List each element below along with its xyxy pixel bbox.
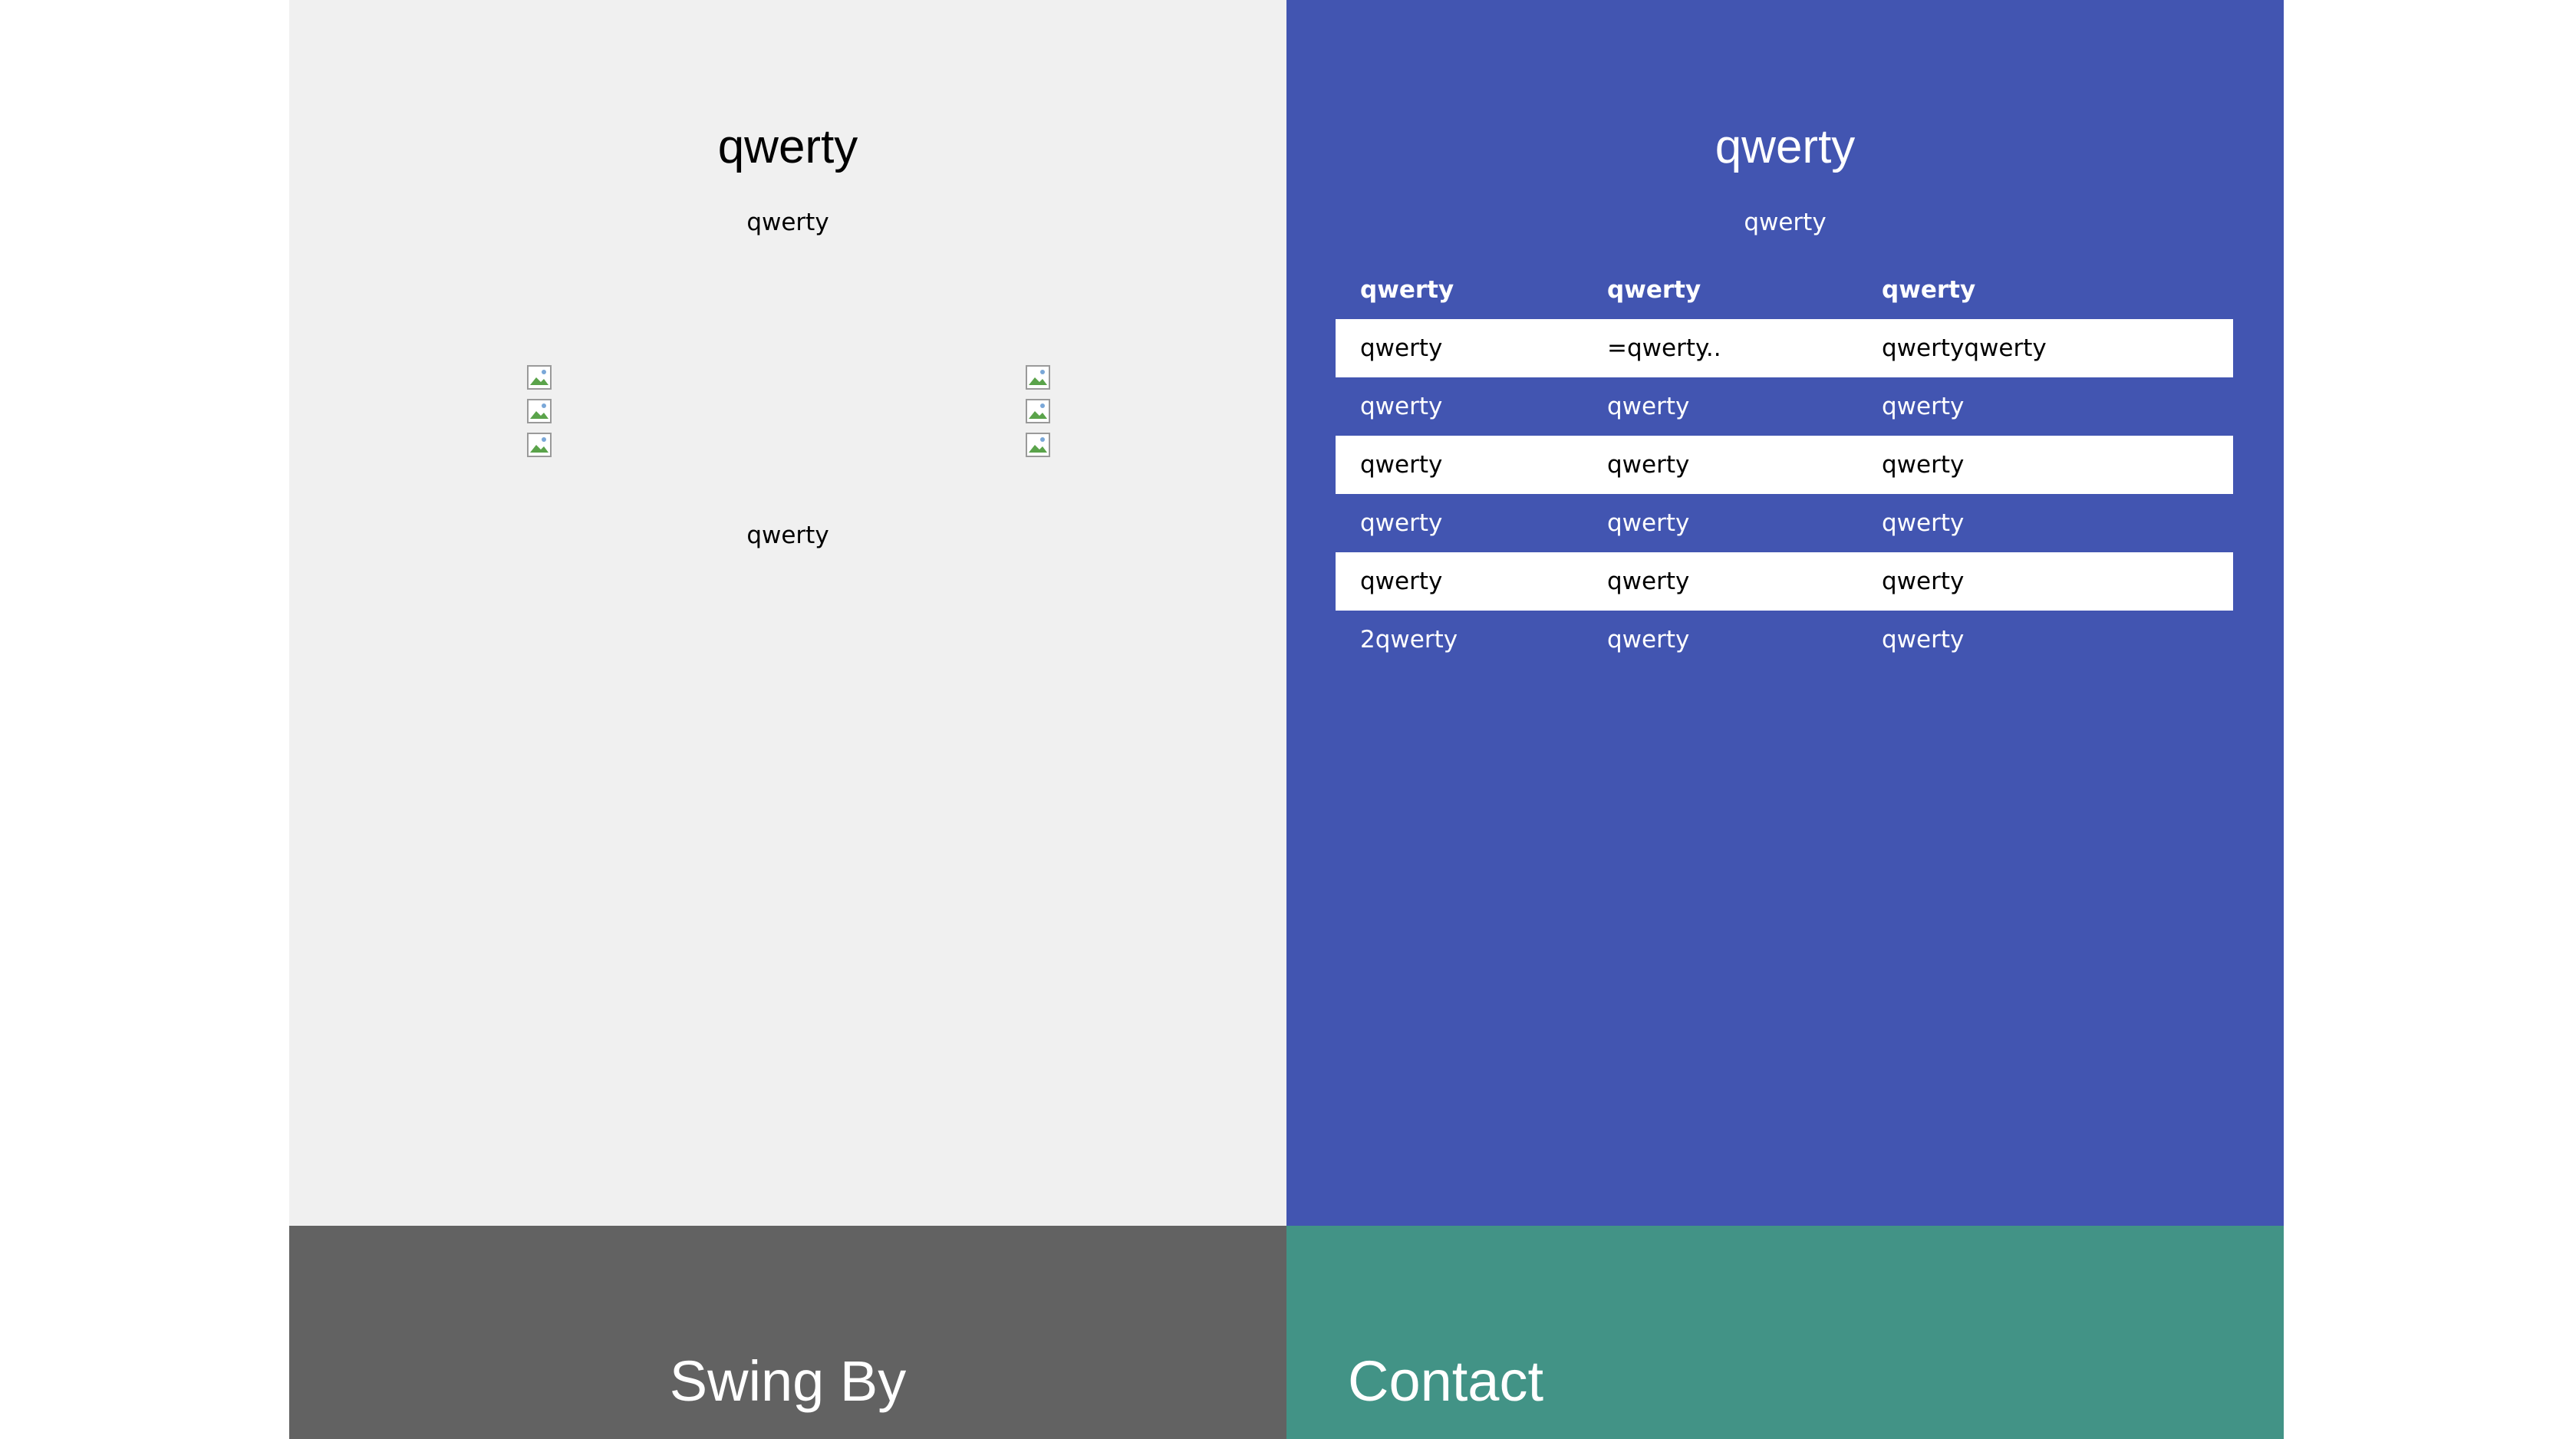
table-cell: qwerty [1857,377,2233,436]
left-image-column [527,365,555,466]
table-header-cell: qwerty [1360,276,1454,304]
right-panel-title: qwerty [1715,120,1856,173]
table-cell: =qwerty.. [1583,319,1857,377]
contact-section: Contact [1286,1226,2284,1439]
table-row: 2qwerty qwerty qwerty [1336,611,2233,669]
table-row: qwerty qwerty qwerty [1336,377,2233,436]
broken-image-icon [527,365,552,390]
table-cell: qwertyqwerty [1857,319,2233,377]
swing-by-section: Swing By [289,1226,1286,1439]
broken-image-icon [1026,433,1050,457]
right-panel-subtitle: qwerty [1744,209,1827,236]
table-cell: qwerty [1336,377,1583,436]
table-cell: qwerty [1857,552,2233,611]
table-cell: 2qwerty [1336,611,1583,669]
right-image-column [1026,365,1053,466]
data-table: qwerty qwerty qwerty qwerty =qwerty.. qw… [1336,261,2233,669]
left-panel-subtitle: qwerty [746,209,829,236]
table-cell: qwerty [1857,494,2233,552]
table-cell: qwerty [1857,436,2233,494]
table-cell: qwerty [1857,611,2233,669]
table-cell: qwerty [1583,377,1857,436]
page: qwerty qwerty qwerty qwerty qwerty qwert… [289,0,2284,1439]
left-panel: qwerty qwerty qwerty [289,0,1286,1226]
left-panel-title: qwerty [717,120,858,173]
table-cell: qwerty [1336,494,1583,552]
table-header-cell: qwerty [1882,276,1976,304]
contact-heading: Contact [1348,1349,1544,1413]
right-panel: qwerty qwerty qwerty qwerty qwerty qwert… [1286,0,2284,1226]
table-cell: qwerty [1336,552,1583,611]
broken-image-icon [1026,399,1050,423]
broken-image-icon [527,399,552,423]
table-cell: qwerty [1583,436,1857,494]
table-row: qwerty qwerty qwerty [1336,436,2233,494]
left-panel-footer-text: qwerty [746,522,829,549]
broken-image-icon [527,433,552,457]
table-row: qwerty qwerty qwerty [1336,552,2233,611]
table-cell: qwerty [1336,436,1583,494]
broken-image-icon [1026,365,1050,390]
table-cell: qwerty [1583,552,1857,611]
table-row: qwerty =qwerty.. qwertyqwerty [1336,319,2233,377]
table-cell: qwerty [1583,494,1857,552]
table-cell: qwerty [1583,611,1857,669]
swing-by-heading: Swing By [669,1349,907,1413]
table-header-row: qwerty qwerty qwerty [1336,261,2233,319]
table-cell: qwerty [1336,319,1583,377]
table-row: qwerty qwerty qwerty [1336,494,2233,552]
table-header-cell: qwerty [1607,276,1701,304]
